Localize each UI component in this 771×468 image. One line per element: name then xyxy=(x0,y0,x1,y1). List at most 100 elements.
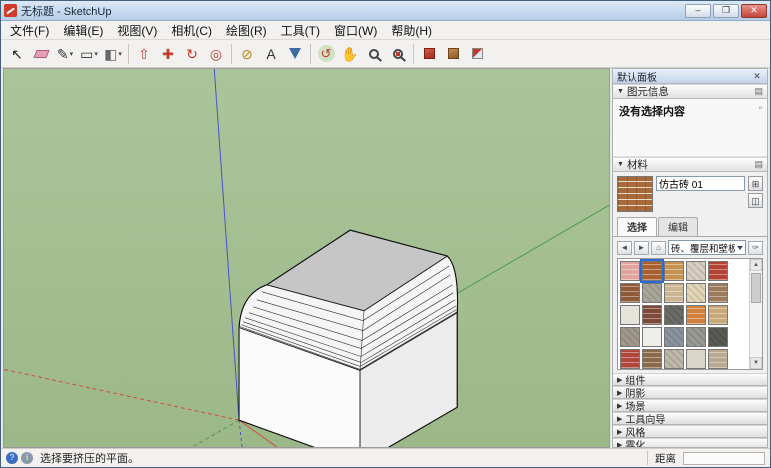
titlebar[interactable]: 无标题 - SketchUp – ❐ ✕ xyxy=(1,1,770,21)
back-arrow-icon[interactable]: ◄ xyxy=(617,241,632,255)
panel-close-icon[interactable]: ✕ xyxy=(751,71,763,82)
display-secondary-pane-button[interactable]: ⊞ xyxy=(748,176,763,191)
materials-tab-0[interactable]: 选择 xyxy=(617,217,657,236)
paint-tool-button[interactable]: ◧▾ xyxy=(101,42,125,66)
red-axis-dashed xyxy=(4,369,239,420)
material-swatch[interactable] xyxy=(708,305,728,325)
zoom-extents-tool-button[interactable] xyxy=(386,42,410,66)
move-tool-button[interactable]: ✚ xyxy=(156,42,180,66)
materials-options-icon[interactable]: ▤ xyxy=(754,159,763,170)
material-swatch[interactable] xyxy=(620,283,640,303)
material-swatch[interactable] xyxy=(664,283,684,303)
minimize-button[interactable]: – xyxy=(685,4,711,18)
measurement-input[interactable] xyxy=(683,452,765,465)
material-swatch[interactable] xyxy=(664,261,684,281)
window-title: 无标题 - SketchUp xyxy=(21,3,683,19)
menu-item-7[interactable]: 帮助(H) xyxy=(384,20,439,41)
material-swatch[interactable] xyxy=(708,283,728,303)
toolbar-separator xyxy=(413,44,414,64)
materials-browser-button[interactable] xyxy=(441,42,465,66)
create-material-button[interactable]: ◫ xyxy=(748,193,763,208)
eraser-tool-icon xyxy=(33,50,49,58)
menu-item-2[interactable]: 视图(V) xyxy=(110,20,164,41)
select-tool-button[interactable]: ↖ xyxy=(5,42,29,66)
maximize-button[interactable]: ❐ xyxy=(713,4,739,18)
menu-item-1[interactable]: 编辑(E) xyxy=(56,20,110,41)
viewport[interactable] xyxy=(3,68,610,448)
materials-tab-1[interactable]: 编辑 xyxy=(658,217,698,236)
material-swatch[interactable] xyxy=(686,305,706,325)
dropdown-arrow-icon[interactable]: ▾ xyxy=(94,50,98,58)
scroll-up-icon[interactable]: ▲ xyxy=(750,259,762,271)
materials-grid-container: ▲ ▼ xyxy=(617,258,763,370)
text-tool-button[interactable]: A xyxy=(259,42,283,66)
section-header-materials[interactable]: ▼ 材料 ▤ xyxy=(613,157,767,172)
help-icon[interactable]: ? xyxy=(6,452,18,464)
expand-arrow-icon: ▶ xyxy=(617,389,622,397)
material-swatch[interactable] xyxy=(686,261,706,281)
dropdown-arrow-icon[interactable]: ▾ xyxy=(70,50,74,58)
material-swatch[interactable] xyxy=(620,261,640,281)
paint-bucket-tool-button[interactable] xyxy=(283,42,307,66)
toolbar-separator xyxy=(231,44,232,64)
model-info-icon xyxy=(424,48,435,59)
viewport-canvas[interactable] xyxy=(4,69,609,447)
material-name-input[interactable] xyxy=(656,176,745,191)
menu-item-6[interactable]: 窗口(W) xyxy=(327,20,384,41)
scroll-down-icon[interactable]: ▼ xyxy=(750,357,762,369)
material-swatch[interactable] xyxy=(620,327,640,347)
default-panel: 默认面板 ✕ ▼ 图元信息 ▤ 没有选择内容 ▫ ▼ 材料 ▤ ⊞◫ xyxy=(612,68,768,448)
menu-item-4[interactable]: 绘图(R) xyxy=(219,20,274,41)
push-pull-tool-button[interactable]: ⇧ xyxy=(132,42,156,66)
toolbar: ↖ ✎▾▭▾◧▾ ⇧✚↻◎ ⊘A ↺✋ xyxy=(1,40,770,68)
menu-item-3[interactable]: 相机(C) xyxy=(164,20,219,41)
rotate-tool-button[interactable]: ↻ xyxy=(180,42,204,66)
material-swatch[interactable] xyxy=(642,305,662,325)
home-icon[interactable]: ⌂ xyxy=(651,241,666,255)
materials-scrollbar[interactable]: ▲ ▼ xyxy=(749,259,762,369)
scrollbar-thumb[interactable] xyxy=(751,273,761,303)
zoom-tool-button[interactable] xyxy=(362,42,386,66)
sample-paint-button[interactable]: ✑ xyxy=(748,241,763,255)
orbit-tool-button[interactable]: ↺ xyxy=(314,42,338,66)
panel-titlebar[interactable]: 默认面板 ✕ xyxy=(613,69,767,84)
tape-measure-tool-button[interactable]: ⊘ xyxy=(235,42,259,66)
material-swatch[interactable] xyxy=(642,327,662,347)
forward-arrow-icon[interactable]: ► xyxy=(634,241,649,255)
material-swatch[interactable] xyxy=(686,283,706,303)
pan-tool-button[interactable]: ✋ xyxy=(338,42,362,66)
dropdown-arrow-icon[interactable]: ▾ xyxy=(118,50,122,58)
material-swatch[interactable] xyxy=(708,327,728,347)
material-swatch[interactable] xyxy=(664,305,684,325)
material-swatch[interactable] xyxy=(664,327,684,347)
shapes-tool-button[interactable]: ▭▾ xyxy=(77,42,101,66)
material-preview-thumbnail[interactable] xyxy=(617,176,653,212)
eraser-tool-button[interactable] xyxy=(29,42,53,66)
material-swatch[interactable] xyxy=(642,283,662,303)
info-icon[interactable]: i xyxy=(21,452,33,464)
materials-browser-icon xyxy=(448,48,459,59)
entity-info-options-icon[interactable]: ▤ xyxy=(754,86,763,97)
material-swatch[interactable] xyxy=(620,305,640,325)
components-browser-button[interactable] xyxy=(465,42,489,66)
entity-info-detail-icon[interactable]: ▫ xyxy=(758,103,762,114)
material-swatch[interactable] xyxy=(708,261,728,281)
menu-item-5[interactable]: 工具(T) xyxy=(274,20,327,41)
close-button[interactable]: ✕ xyxy=(741,4,767,18)
materials-category-dropdown[interactable]: 砖、覆层和壁板 xyxy=(668,240,746,255)
material-swatch[interactable] xyxy=(686,349,706,369)
sketchup-window: 无标题 - SketchUp – ❐ ✕ 文件(F)编辑(E)视图(V)相机(C… xyxy=(0,0,771,468)
offset-tool-button[interactable]: ◎ xyxy=(204,42,228,66)
material-swatch[interactable] xyxy=(642,261,662,281)
material-swatch[interactable] xyxy=(642,349,662,369)
material-swatch[interactable] xyxy=(686,327,706,347)
menu-item-0[interactable]: 文件(F) xyxy=(3,20,56,41)
material-swatch[interactable] xyxy=(708,349,728,369)
model-info-button[interactable] xyxy=(417,42,441,66)
section-header-collapsed-5[interactable]: ▶雾化 xyxy=(613,438,767,448)
line-tool-button[interactable]: ✎▾ xyxy=(53,42,77,66)
section-header-entity-info[interactable]: ▼ 图元信息 ▤ xyxy=(613,84,767,99)
scrollbar-track[interactable] xyxy=(750,271,762,357)
material-swatch[interactable] xyxy=(664,349,684,369)
material-swatch[interactable] xyxy=(620,349,640,369)
